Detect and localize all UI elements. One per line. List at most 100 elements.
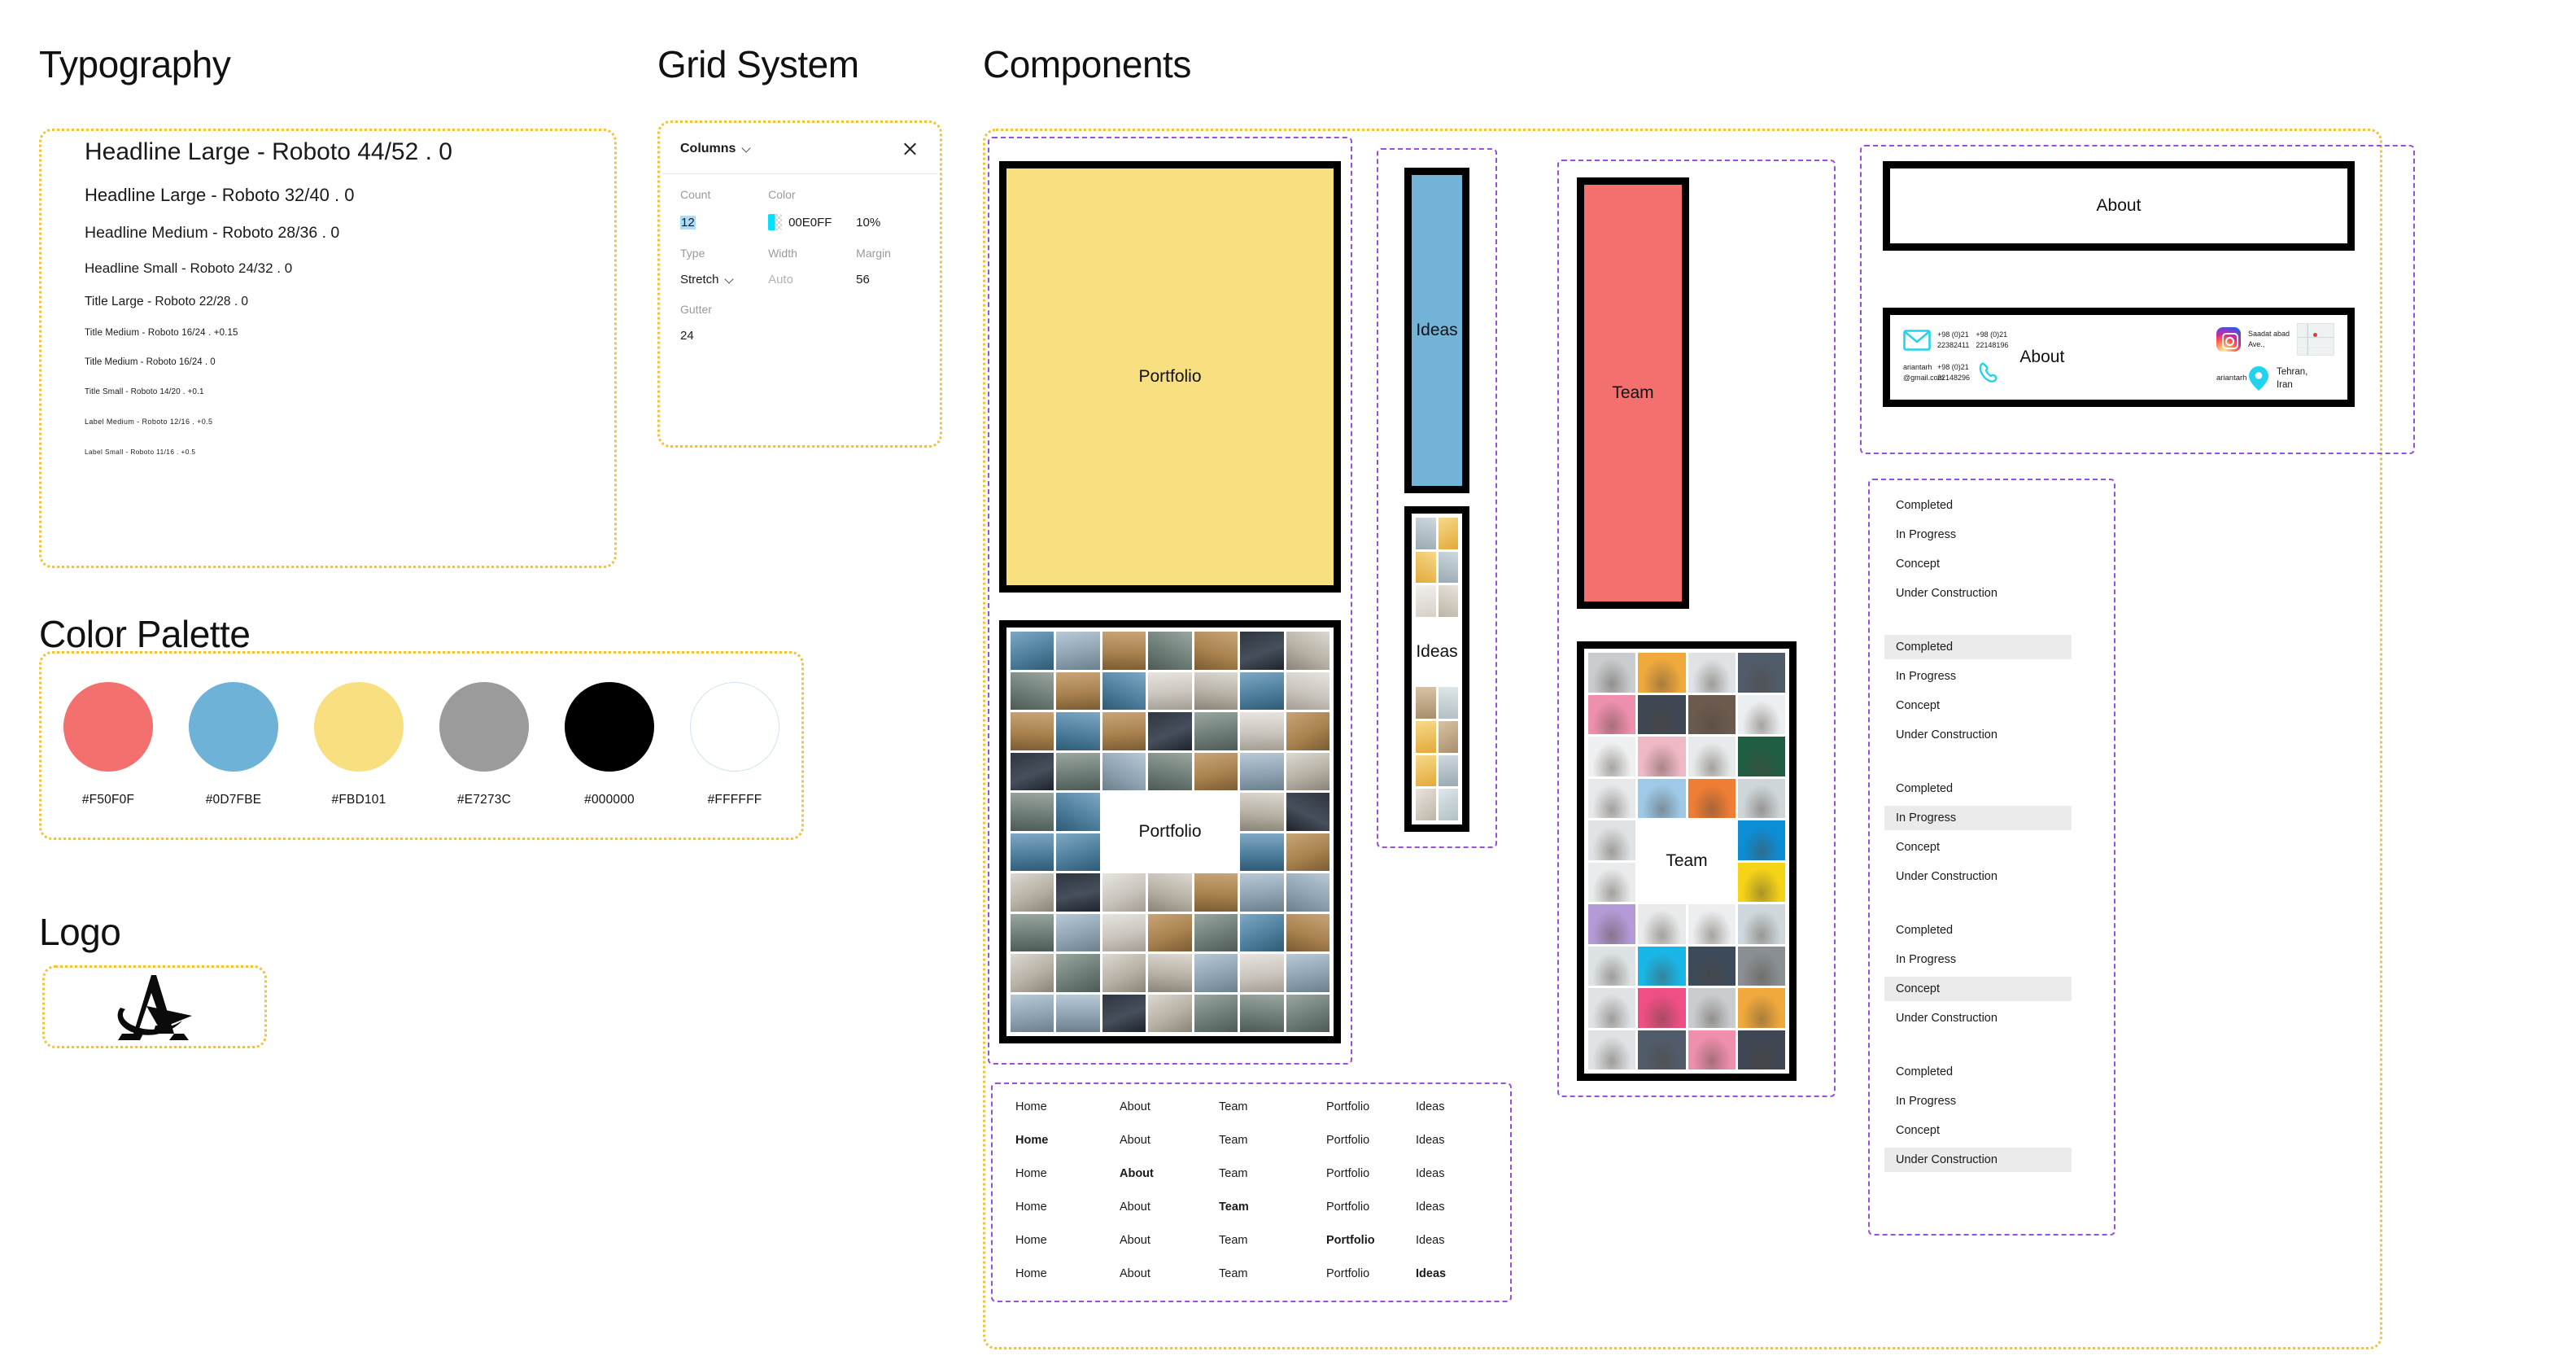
portfolio-photo-cell[interactable] xyxy=(1011,994,1054,1032)
team-photo-cell[interactable] xyxy=(1737,820,1785,860)
team-photo-cell[interactable] xyxy=(1588,988,1636,1028)
ideas-photo-cell[interactable] xyxy=(1416,518,1436,549)
nav-item-home[interactable]: Home xyxy=(1015,1167,1120,1180)
nav-item-team[interactable]: Team xyxy=(1219,1134,1326,1147)
status-chip[interactable]: Completed xyxy=(1884,918,2072,943)
status-chip[interactable]: Concept xyxy=(1884,693,2072,718)
color-swatch-item[interactable]: #000000 xyxy=(565,682,654,807)
close-icon[interactable] xyxy=(900,139,919,159)
team-photo-cell[interactable] xyxy=(1588,904,1636,944)
portfolio-photo-cell[interactable] xyxy=(1011,712,1054,750)
team-photo-cell[interactable] xyxy=(1687,1030,1736,1069)
nav-item-about[interactable]: About xyxy=(1120,1267,1219,1280)
opacity-input[interactable]: 10% xyxy=(856,214,919,247)
nav-item-ideas[interactable]: Ideas xyxy=(1416,1134,1481,1147)
team-photo-cell[interactable] xyxy=(1638,653,1686,693)
ideas-photo-cell[interactable] xyxy=(1416,721,1436,753)
team-photo-cell[interactable] xyxy=(1638,778,1686,818)
portfolio-photo-cell[interactable] xyxy=(1286,793,1329,831)
status-chip[interactable]: In Progress xyxy=(1884,947,2072,972)
portfolio-photo-cell[interactable] xyxy=(1056,954,1100,992)
portfolio-photo-cell[interactable] xyxy=(1194,671,1238,710)
nav-item-about[interactable]: About xyxy=(1120,1100,1219,1113)
portfolio-photo-cell[interactable] xyxy=(1286,994,1329,1032)
team-photo-cell[interactable] xyxy=(1638,1030,1686,1069)
team-photo-cell[interactable] xyxy=(1687,737,1736,776)
portfolio-photo-cell[interactable] xyxy=(1240,994,1284,1032)
team-photo-cell[interactable] xyxy=(1588,820,1636,860)
ideas-photo-cell[interactable] xyxy=(1416,789,1436,820)
portfolio-photo-cell[interactable] xyxy=(1240,671,1284,710)
portfolio-photo-cell[interactable] xyxy=(1148,752,1192,790)
status-chip[interactable]: Completed xyxy=(1884,493,2072,518)
team-photo-cell[interactable] xyxy=(1737,778,1785,818)
ideas-collage-card[interactable]: Ideas xyxy=(1404,506,1469,832)
ideas-photo-cell[interactable] xyxy=(1438,754,1458,787)
team-photo-cell[interactable] xyxy=(1588,694,1636,734)
portfolio-photo-cell[interactable] xyxy=(1056,752,1100,790)
portfolio-photo-cell[interactable] xyxy=(1148,873,1192,912)
nav-item-about[interactable]: About xyxy=(1120,1167,1219,1180)
grid-type-dropdown[interactable]: Columns xyxy=(680,142,752,156)
ideas-photo-cell[interactable] xyxy=(1438,551,1458,584)
nav-item-portfolio[interactable]: Portfolio xyxy=(1326,1167,1416,1180)
portfolio-photo-cell[interactable] xyxy=(1194,712,1238,750)
status-chip[interactable]: Under Construction xyxy=(1884,864,2072,889)
portfolio-photo-cell[interactable] xyxy=(1286,712,1329,750)
about-card[interactable]: About xyxy=(1883,161,2355,251)
status-chip[interactable]: In Progress xyxy=(1884,523,2072,547)
ideas-photo-cell[interactable] xyxy=(1438,585,1458,617)
portfolio-photo-cell[interactable] xyxy=(1194,954,1238,992)
nav-item-ideas[interactable]: Ideas xyxy=(1416,1267,1481,1280)
color-swatch-item[interactable]: #E7273C xyxy=(439,682,529,807)
status-chip[interactable]: Under Construction xyxy=(1884,723,2072,747)
color-swatch-item[interactable]: #F50F0F xyxy=(63,682,153,807)
ideas-card[interactable]: Ideas xyxy=(1404,168,1469,493)
nav-item-team[interactable]: Team xyxy=(1219,1267,1326,1280)
portfolio-photo-cell[interactable] xyxy=(1240,913,1284,951)
team-photo-cell[interactable] xyxy=(1687,694,1736,734)
portfolio-photo-cell[interactable] xyxy=(1194,632,1238,670)
portfolio-photo-cell[interactable] xyxy=(1286,954,1329,992)
portfolio-photo-cell[interactable] xyxy=(1011,793,1054,831)
portfolio-photo-cell[interactable] xyxy=(1148,671,1192,710)
portfolio-photo-cell[interactable] xyxy=(1011,954,1054,992)
portfolio-photo-cell[interactable] xyxy=(1011,671,1054,710)
ideas-photo-cell[interactable] xyxy=(1438,721,1458,753)
about-contact-card[interactable]: +98 (0)21 22382411 +98 (0)21 22148196 ar… xyxy=(1883,308,2355,407)
team-photo-cell[interactable] xyxy=(1588,946,1636,986)
status-chip[interactable]: Under Construction xyxy=(1884,1006,2072,1030)
portfolio-photo-cell[interactable] xyxy=(1011,632,1054,670)
nav-item-portfolio[interactable]: Portfolio xyxy=(1326,1100,1416,1113)
margin-input[interactable]: 56 xyxy=(856,273,919,303)
portfolio-photo-cell[interactable] xyxy=(1148,632,1192,670)
nav-item-home[interactable]: Home xyxy=(1015,1267,1120,1280)
team-photo-cell[interactable] xyxy=(1588,737,1636,776)
team-photo-cell[interactable] xyxy=(1737,946,1785,986)
team-photo-cell[interactable] xyxy=(1687,988,1736,1028)
nav-item-home[interactable]: Home xyxy=(1015,1134,1120,1147)
portfolio-photo-cell[interactable] xyxy=(1102,954,1146,992)
team-photo-cell[interactable] xyxy=(1737,1030,1785,1069)
ideas-photo-cell[interactable] xyxy=(1416,551,1436,584)
portfolio-photo-cell[interactable] xyxy=(1286,752,1329,790)
portfolio-photo-cell[interactable] xyxy=(1240,873,1284,912)
team-photo-cell[interactable] xyxy=(1588,653,1636,693)
team-photo-cell[interactable] xyxy=(1687,946,1736,986)
nav-item-ideas[interactable]: Ideas xyxy=(1416,1201,1481,1214)
color-swatch-item[interactable]: #FBD101 xyxy=(314,682,404,807)
portfolio-photo-cell[interactable] xyxy=(1148,994,1192,1032)
nav-item-ideas[interactable]: Ideas xyxy=(1416,1234,1481,1247)
portfolio-photo-cell[interactable] xyxy=(1056,913,1100,951)
portfolio-photo-cell[interactable] xyxy=(1056,632,1100,670)
instagram-icon[interactable] xyxy=(2216,327,2241,352)
portfolio-photo-cell[interactable] xyxy=(1240,954,1284,992)
ideas-photo-cell[interactable] xyxy=(1416,585,1436,617)
team-photo-cell[interactable] xyxy=(1737,653,1785,693)
team-photo-cell[interactable] xyxy=(1588,778,1636,818)
portfolio-photo-cell[interactable] xyxy=(1240,712,1284,750)
team-photo-cell[interactable] xyxy=(1687,778,1736,818)
ideas-photo-cell[interactable] xyxy=(1416,754,1436,787)
ideas-photo-cell[interactable] xyxy=(1438,518,1458,549)
portfolio-photo-cell[interactable] xyxy=(1056,712,1100,750)
